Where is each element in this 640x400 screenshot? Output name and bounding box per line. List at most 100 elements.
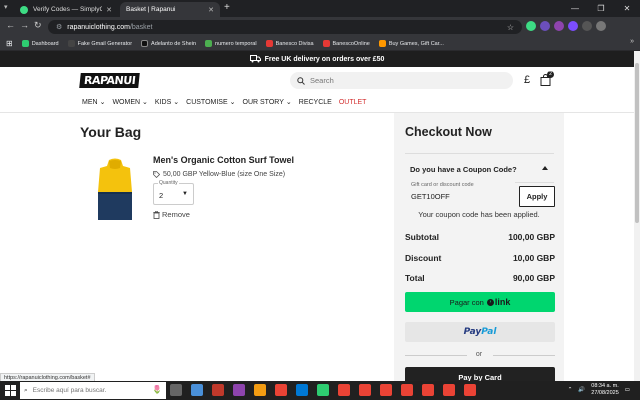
chevron-down-icon: ⌄ (173, 99, 180, 106)
discount-code-input[interactable] (411, 192, 511, 201)
rapanui-logo[interactable]: RAPANUI (79, 73, 141, 88)
product-name[interactable]: Men's Organic Cotton Surf Towel (153, 155, 294, 165)
extension-icons (526, 21, 606, 31)
extension-icon[interactable] (526, 21, 536, 31)
bookmark-item[interactable]: Adelanto de Shein (141, 40, 196, 47)
page-scrollbar[interactable] (634, 51, 640, 381)
bookmark-label: Buy Games, Gift Car... (388, 40, 444, 47)
task-view-icon[interactable] (170, 384, 182, 396)
quantity-select[interactable]: Quantity 2 ▼ (153, 180, 194, 205)
address-bar[interactable]: ⚙ rapanuiclothing.com/basket ☆ (48, 20, 522, 34)
bookmarks-more-icon[interactable]: » (630, 38, 634, 45)
nav-item-men[interactable]: MEN ⌄ (82, 98, 105, 107)
chrome-icon[interactable] (401, 384, 413, 396)
site-info-icon[interactable]: ⚙ (56, 23, 62, 31)
profile-avatar-icon[interactable] (568, 21, 578, 31)
minimize-icon[interactable]: — (562, 0, 588, 17)
new-tab-icon[interactable]: + (224, 2, 230, 13)
bookmark-label: Fake Gmail Generator (77, 40, 133, 47)
back-icon[interactable]: ← (6, 20, 15, 30)
forward-icon[interactable]: → (20, 20, 29, 30)
checkout-panel: Checkout Now Do you have a Coupon Code? … (394, 113, 564, 387)
taskbar-search[interactable]: ⌕ 🌷 (20, 382, 166, 399)
nav-item-kids[interactable]: KIDS ⌄ (154, 98, 180, 107)
taskbar-apps (170, 384, 476, 396)
tab-close-icon[interactable]: ✕ (106, 6, 112, 14)
taskbar-search-input[interactable] (32, 387, 123, 394)
tab-verify-codes[interactable]: Verify Codes — SimplyCodes ✕ (14, 2, 118, 17)
taskbar-app-icon[interactable] (233, 384, 245, 396)
tulips-icon: 🌷 (152, 385, 162, 394)
chrome-icon[interactable] (464, 384, 476, 396)
discount-value: 10,00 GBP (512, 253, 555, 263)
bookmark-item[interactable]: numero temporal (205, 40, 257, 47)
chrome-icon[interactable] (275, 384, 287, 396)
chrome-icon[interactable] (359, 384, 371, 396)
discount-code-field[interactable]: Gift card or discount code (405, 182, 515, 206)
tab-basket[interactable]: Basket | Rapanui ✕ (120, 2, 220, 17)
bookmark-item[interactable]: Dashboard (21, 40, 59, 47)
bag-title: Your Bag (80, 124, 142, 140)
bookmark-item[interactable]: Buy Games, Gift Car... (378, 40, 444, 47)
tab-search-icon[interactable]: ▾ (4, 3, 8, 11)
taskbar-app-icon[interactable] (212, 384, 224, 396)
taskbar-clock[interactable]: 08:34 a. m. 27/08/2025 (591, 383, 619, 397)
or-divider: or (394, 351, 564, 358)
search-bar[interactable] (290, 72, 513, 89)
nav-item-women[interactable]: WOMEN ⌄ (112, 98, 147, 107)
apply-button[interactable]: Apply (519, 186, 555, 207)
bookmark-item[interactable]: BanescoOnline (322, 40, 370, 47)
nav-item-customise[interactable]: CUSTOMISE ⌄ (186, 98, 235, 107)
chrome-icon[interactable] (338, 384, 350, 396)
taskbar-app-icon[interactable] (296, 384, 308, 396)
chrome-icon[interactable] (443, 384, 455, 396)
search-input[interactable] (310, 76, 500, 85)
maximize-icon[interactable]: ❐ (588, 0, 614, 17)
checkout-title: Checkout Now (405, 125, 492, 139)
currency-selector[interactable]: £ (524, 74, 530, 86)
close-window-icon[interactable]: ✕ (614, 0, 640, 17)
nav-item-outlet[interactable]: OUTLET (339, 98, 367, 106)
taskbar-app-icon[interactable] (254, 384, 266, 396)
nav-item-our-story[interactable]: OUR STORY ⌄ (243, 98, 292, 107)
coupon-toggle[interactable]: Do you have a Coupon Code? (405, 153, 554, 183)
taskbar-app-icon[interactable] (191, 384, 203, 396)
subtotal-row: Subtotal 100,00 GBP (405, 232, 555, 242)
extension-icon[interactable] (540, 21, 550, 31)
nav-label: CUSTOMISE (186, 98, 228, 106)
main-nav: MEN ⌄ WOMEN ⌄ KIDS ⌄ CUSTOMISE ⌄ OUR STORY ⌄ … (82, 98, 367, 107)
reload-icon[interactable]: ↻ (34, 20, 42, 31)
remove-label: Remove (162, 210, 190, 219)
delivery-truck-icon (249, 55, 261, 63)
nav-label: KIDS (154, 98, 172, 106)
show-hidden-icons-icon[interactable]: ⌃ (568, 387, 573, 393)
bookmark-label: Banesco Divisa (275, 40, 314, 47)
remove-button[interactable]: Remove (153, 210, 190, 219)
surf-towel-product-image[interactable] (92, 158, 138, 222)
nav-item-recycle[interactable]: RECYCLE (299, 98, 332, 106)
cart-count-badge: 2 (547, 71, 554, 78)
pay-with-link-button[interactable]: Pagar con › link (405, 292, 555, 312)
volume-icon[interactable]: 🔊 (578, 387, 585, 393)
promo-text: Free UK delivery on orders over £50 (264, 55, 385, 63)
chrome-icon[interactable] (380, 384, 392, 396)
dropdown-arrow-icon: ▼ (182, 191, 188, 197)
notifications-icon[interactable]: ▭ (625, 387, 630, 393)
taskbar-app-icon[interactable] (317, 384, 329, 396)
paypal-button[interactable]: PayPal (405, 322, 555, 342)
tab-close-icon[interactable]: ✕ (208, 6, 214, 14)
extension-icon[interactable] (554, 21, 564, 31)
window-controls: — ❐ ✕ (562, 0, 640, 17)
chrome-icon[interactable] (422, 384, 434, 396)
bookmark-item[interactable]: Fake Gmail Generator (67, 40, 133, 47)
menu-icon[interactable] (596, 21, 606, 31)
apps-icon[interactable]: ⊞ (6, 39, 13, 48)
windows-start-icon[interactable] (5, 385, 16, 396)
tab-label: Verify Codes — SimplyCodes (33, 6, 103, 13)
bookmark-item[interactable]: Banesco Divisa (265, 40, 314, 47)
bookmark-star-icon[interactable]: ☆ (507, 23, 514, 32)
site-header: RAPANUI £ 2 MEN⌄ WOMEN⌄ KIDS⌄ CUSTOMISE⌄… (0, 67, 634, 113)
scrollbar-thumb[interactable] (635, 63, 639, 223)
price-tag-icon (153, 171, 160, 178)
extensions-puzzle-icon[interactable] (582, 21, 592, 31)
